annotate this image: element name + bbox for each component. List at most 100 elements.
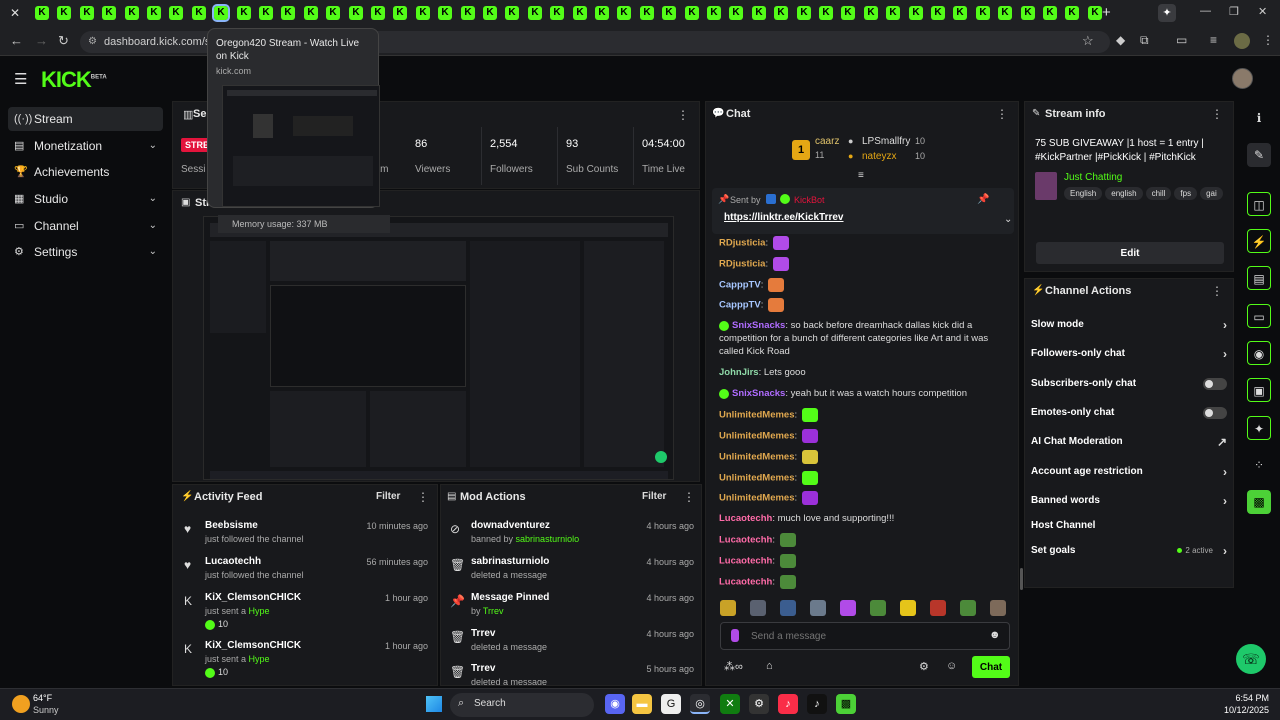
mod-action-title[interactable]: Trrev: [471, 663, 495, 674]
kick-tab-37[interactable]: K: [841, 6, 855, 20]
edit-stream-info-button[interactable]: Edit: [1036, 242, 1224, 264]
nodes-icon[interactable]: ⁘: [1247, 453, 1271, 477]
tiktok-icon[interactable]: ♪: [807, 694, 827, 714]
chevron-right-icon[interactable]: ›: [1223, 541, 1227, 561]
bookmark-star-icon[interactable]: ☆: [1082, 33, 1094, 49]
quick-emote[interactable]: [990, 600, 1006, 616]
kick-tab-46[interactable]: K: [1043, 6, 1057, 20]
user-avatar[interactable]: [1232, 68, 1253, 89]
chat-emote[interactable]: [801, 429, 818, 443]
stream-tag[interactable]: gai: [1200, 187, 1223, 200]
kick-tab-31[interactable]: K: [707, 6, 721, 20]
channel-action-banned-words[interactable]: Banned words ›: [1031, 491, 1227, 511]
mod-filter-button[interactable]: Filter: [642, 491, 666, 502]
chat-emote[interactable]: [801, 470, 818, 485]
kick-tab-48[interactable]: K: [1088, 6, 1102, 20]
channel-action-set-goals[interactable]: Set goals › 2 active: [1031, 541, 1227, 561]
kick-tab-27[interactable]: K: [617, 6, 631, 20]
kick-tab-20[interactable]: K: [461, 6, 475, 20]
activity-feed-item[interactable]: K KiX_ClemsonCHICK just sent a Hype 10 1 hou…: [178, 590, 434, 634]
chat-username[interactable]: UnlimitedMemes: [719, 410, 795, 421]
unpin-icon[interactable]: 📌: [977, 194, 989, 205]
pinned-link[interactable]: https://linktr.ee/KickTrrev: [724, 212, 844, 223]
pinned-collapse-icon[interactable]: ⌄: [1004, 214, 1012, 225]
chevron-down-icon[interactable]: ⌄: [149, 214, 157, 238]
mod-action-title[interactable]: Message Pinned: [471, 592, 549, 603]
quick-emote[interactable]: [870, 600, 886, 616]
mod-action-user[interactable]: Trrev: [483, 606, 504, 616]
chat-emote[interactable]: [801, 408, 818, 423]
kick-tab-41[interactable]: K: [931, 6, 945, 20]
xbox-icon[interactable]: ✕: [720, 694, 740, 714]
activity-user[interactable]: Beebsisme: [205, 520, 258, 531]
kick-tab-39[interactable]: K: [886, 6, 900, 20]
back-icon[interactable]: ←: [10, 33, 23, 48]
clock-time[interactable]: 6:54 PM: [1219, 693, 1269, 703]
chat-emote[interactable]: [801, 491, 818, 506]
media-icon[interactable]: ≡: [1210, 33, 1217, 47]
quick-emote[interactable]: [720, 600, 736, 616]
chrome-icon[interactable]: ◎: [690, 694, 710, 714]
mod-action-item[interactable]: 🗑 sabrinasturniolo deleted a message 4 hour…: [444, 554, 702, 588]
kick-tab-23[interactable]: K: [528, 6, 542, 20]
kick-tab-7[interactable]: K: [169, 6, 183, 20]
activity-user[interactable]: KiX_ClemsonCHICK: [205, 640, 301, 651]
category-name[interactable]: Just Chatting: [1064, 172, 1122, 183]
chat-emote[interactable]: [779, 533, 796, 548]
kick-tab-24[interactable]: K: [550, 6, 564, 20]
chevron-down-icon[interactable]: ⌄: [149, 240, 157, 264]
browser-menu-icon[interactable]: ⋮: [1262, 33, 1274, 47]
kick-tab-13[interactable]: K: [304, 6, 318, 20]
cast-icon[interactable]: ▭: [1176, 33, 1187, 47]
chat-settings-icon[interactable]: ⚙: [919, 660, 929, 673]
channel-action-ai-chat-moderation[interactable]: AI Chat Moderation ↗: [1031, 432, 1227, 452]
chat-username[interactable]: JohnJirs: [719, 367, 759, 378]
top-user-1-name[interactable]: caarz: [815, 136, 839, 147]
stream-tag[interactable]: English: [1064, 187, 1103, 200]
kick-tab-47[interactable]: K: [1065, 6, 1079, 20]
quick-emote[interactable]: [810, 600, 826, 616]
stream-tag[interactable]: fps: [1174, 187, 1198, 200]
maximize-icon[interactable]: ❐: [1229, 5, 1239, 18]
chat-emote[interactable]: [779, 574, 796, 589]
chat-username[interactable]: RDjusticia: [719, 238, 765, 249]
chat-username[interactable]: UnlimitedMemes: [719, 472, 795, 483]
kick-tab-43[interactable]: K: [976, 6, 990, 20]
quick-emote[interactable]: [780, 600, 796, 616]
mod-action-item[interactable]: 🗑 Trrev deleted a message 5 hours ago: [444, 661, 702, 685]
activity-filter-button[interactable]: Filter: [376, 491, 400, 502]
kick-tab-6[interactable]: K: [147, 6, 161, 20]
creeper-app-icon[interactable]: ▩: [1247, 490, 1271, 514]
activity-user[interactable]: Lucaotechh: [205, 556, 261, 567]
chat-input-box[interactable]: ☻: [720, 622, 1010, 650]
windows-start-icon[interactable]: [426, 696, 442, 712]
chevron-down-icon[interactable]: ⌄: [149, 134, 157, 158]
mod-action-item[interactable]: 📌 Message Pinned by Trrev 4 hours ago: [444, 590, 702, 624]
chat-emote[interactable]: [772, 256, 789, 271]
chat-username[interactable]: Lucaotechh: [719, 535, 772, 546]
mod-action-item[interactable]: ⊘ downadventurez banned by sabrinasturniol…: [444, 518, 702, 552]
channel-action-subscribers-only-chat[interactable]: Subscribers-only chat: [1031, 374, 1227, 394]
chat-users-icon[interactable]: ☺: [946, 660, 957, 672]
broadcast-icon[interactable]: ◉: [1247, 341, 1271, 365]
top-user-3-name[interactable]: nateyzx: [862, 151, 896, 162]
chat-emote[interactable]: [772, 236, 789, 250]
site-info-icon[interactable]: ⚙: [88, 31, 97, 53]
close-tab-icon[interactable]: ✕: [10, 6, 20, 20]
sidebar-item-studio[interactable]: ▦ Studio ⌄: [8, 187, 163, 211]
kick-tab-17[interactable]: K: [393, 6, 407, 20]
mod-menu-icon[interactable]: ⋮: [683, 490, 695, 504]
kick-tab-36[interactable]: K: [819, 6, 833, 20]
kick-tab-12[interactable]: K: [281, 6, 295, 20]
chevron-right-icon[interactable]: ›: [1223, 315, 1227, 335]
kick-tab-14[interactable]: K: [326, 6, 340, 20]
chat-scrollbar[interactable]: [1020, 568, 1023, 590]
kick-tab-40[interactable]: K: [909, 6, 923, 20]
extension-icon[interactable]: ◆: [1116, 33, 1125, 47]
stream-tag[interactable]: english: [1105, 187, 1143, 200]
kick-tab-25[interactable]: K: [573, 6, 587, 20]
clip-icon[interactable]: ◫: [1247, 192, 1271, 216]
channel-action-followers-only-chat[interactable]: Followers-only chat ›: [1031, 344, 1227, 364]
activity-menu-icon[interactable]: ⋮: [417, 490, 429, 504]
activity-user[interactable]: KiX_ClemsonCHICK: [205, 592, 301, 603]
